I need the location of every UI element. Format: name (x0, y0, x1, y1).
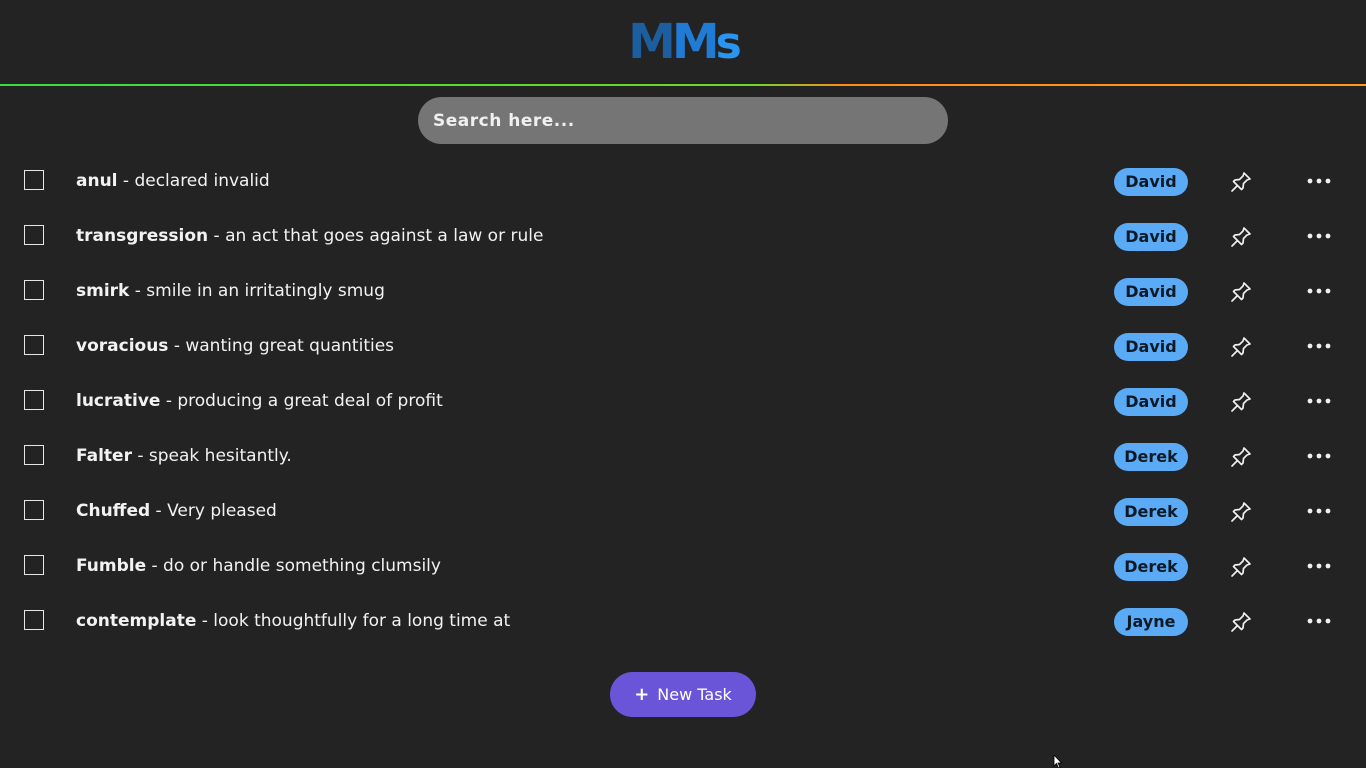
pin-icon[interactable] (1229, 170, 1253, 194)
task-text: transgression - an act that goes against… (76, 225, 543, 247)
task-checkbox[interactable] (24, 390, 44, 410)
task-definition: - Very pleased (150, 501, 277, 521)
pin-icon[interactable] (1229, 390, 1253, 414)
new-task-label: New Task (657, 685, 732, 704)
more-options-icon[interactable] (1306, 391, 1332, 411)
pin-icon[interactable] (1229, 280, 1253, 304)
pin-icon[interactable] (1229, 225, 1253, 249)
task-checkbox[interactable] (24, 335, 44, 355)
task-checkbox[interactable] (24, 610, 44, 630)
task-term: Fumble (76, 556, 147, 576)
new-task-button[interactable]: + New Task (610, 672, 756, 717)
app-header: MMs (0, 0, 1366, 84)
task-row: transgression - an act that goes against… (0, 209, 1366, 264)
assignee-badge[interactable]: David (1114, 278, 1188, 306)
more-options-icon[interactable] (1306, 446, 1332, 466)
task-definition: - look thoughtfully for a long time at (196, 611, 511, 631)
task-row: lucrative - producing a great deal of pr… (0, 374, 1366, 429)
pin-icon[interactable] (1229, 555, 1253, 579)
task-row: voracious - wanting great quantities Dav… (0, 319, 1366, 374)
task-term: lucrative (76, 391, 161, 411)
task-term: transgression (76, 226, 209, 246)
task-text: contemplate - look thoughtfully for a lo… (76, 610, 510, 632)
mouse-cursor-icon (1053, 755, 1063, 768)
assignee-badge[interactable]: Derek (1114, 443, 1188, 471)
search-bar (418, 97, 948, 144)
app-logo[interactable]: MMs (0, 14, 1366, 72)
assignee-badge[interactable]: Derek (1114, 498, 1188, 526)
task-definition: - an act that goes against a law or rule (208, 226, 544, 246)
task-definition: - wanting great quantities (168, 336, 395, 356)
more-options-icon[interactable] (1306, 336, 1332, 356)
task-checkbox[interactable] (24, 280, 44, 300)
task-checkbox[interactable] (24, 445, 44, 465)
task-list: anul - declared invalid David transgress… (0, 154, 1366, 649)
task-row: contemplate - look thoughtfully for a lo… (0, 594, 1366, 649)
task-definition: - declared invalid (117, 171, 270, 191)
task-definition: - producing a great deal of profit (160, 391, 443, 411)
task-row: anul - declared invalid David (0, 154, 1366, 209)
logo-letter-1: M (628, 14, 676, 70)
task-row: Falter - speak hesitantly. Derek (0, 429, 1366, 484)
more-options-icon[interactable] (1306, 556, 1332, 576)
task-term: contemplate (76, 611, 197, 631)
logo-letter-3: s (715, 18, 742, 69)
task-definition: - smile in an irritatingly smug (129, 281, 385, 301)
pin-icon[interactable] (1229, 335, 1253, 359)
task-term: voracious (76, 336, 169, 356)
more-options-icon[interactable] (1306, 501, 1332, 521)
task-definition: - do or handle something clumsily (146, 556, 441, 576)
more-options-icon[interactable] (1306, 226, 1332, 246)
header-divider (0, 84, 1366, 86)
task-term: anul (76, 171, 118, 191)
more-options-icon[interactable] (1306, 281, 1332, 301)
assignee-badge[interactable]: David (1114, 168, 1188, 196)
task-row: Chuffed - Very pleased Derek (0, 484, 1366, 539)
task-checkbox[interactable] (24, 500, 44, 520)
task-checkbox[interactable] (24, 170, 44, 190)
more-options-icon[interactable] (1306, 171, 1332, 191)
task-row: smirk - smile in an irritatingly smug Da… (0, 264, 1366, 319)
assignee-badge[interactable]: Derek (1114, 553, 1188, 581)
task-text: Falter - speak hesitantly. (76, 445, 292, 467)
plus-icon: + (634, 683, 650, 705)
task-term: Falter (76, 446, 132, 466)
task-text: smirk - smile in an irritatingly smug (76, 280, 385, 302)
assignee-badge[interactable]: Jayne (1114, 608, 1188, 636)
assignee-badge[interactable]: David (1114, 388, 1188, 416)
task-checkbox[interactable] (24, 555, 44, 575)
assignee-badge[interactable]: David (1114, 333, 1188, 361)
task-text: Chuffed - Very pleased (76, 500, 277, 522)
more-options-icon[interactable] (1306, 611, 1332, 631)
task-text: lucrative - producing a great deal of pr… (76, 390, 443, 412)
task-definition: - speak hesitantly. (131, 446, 292, 466)
task-text: voracious - wanting great quantities (76, 335, 394, 357)
logo-letter-2: M (671, 14, 720, 70)
pin-icon[interactable] (1229, 500, 1253, 524)
task-row: Fumble - do or handle something clumsily… (0, 539, 1366, 594)
task-text: Fumble - do or handle something clumsily (76, 555, 441, 577)
task-checkbox[interactable] (24, 225, 44, 245)
pin-icon[interactable] (1229, 610, 1253, 634)
pin-icon[interactable] (1229, 445, 1253, 469)
task-term: smirk (76, 281, 130, 301)
search-input[interactable] (418, 97, 948, 144)
task-text: anul - declared invalid (76, 170, 270, 192)
task-term: Chuffed (76, 501, 151, 521)
assignee-badge[interactable]: David (1114, 223, 1188, 251)
